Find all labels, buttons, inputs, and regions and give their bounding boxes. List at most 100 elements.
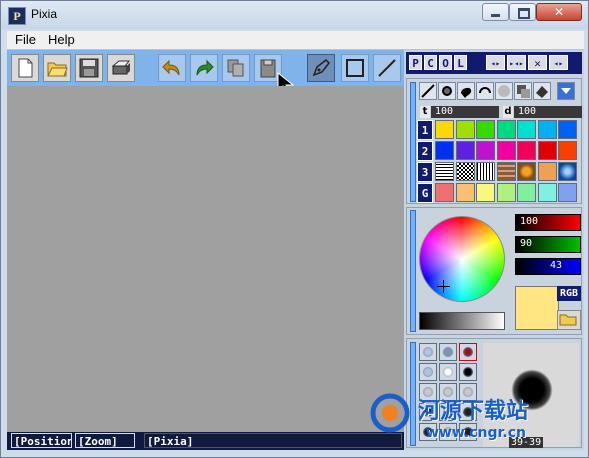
- watermark: 河源下载站 www.cngr.cn: [368, 389, 586, 445]
- pen-tool-button[interactable]: [307, 54, 335, 82]
- color-swatch[interactable]: [558, 120, 577, 139]
- opacity-right-value: 100: [518, 106, 537, 117]
- color-swatch[interactable]: [517, 162, 536, 181]
- brush-shape-button[interactable]: [439, 343, 457, 361]
- print-button[interactable]: [107, 54, 135, 82]
- color-swatch[interactable]: [455, 141, 475, 160]
- color-scroll[interactable]: [410, 210, 416, 332]
- status-app: [Pixia]: [144, 433, 402, 448]
- app-window: P Pixia ✕ File Help [Positio [Zoom] [Pix…: [0, 0, 589, 458]
- tab-p[interactable]: P: [409, 55, 422, 70]
- color-swatch[interactable]: [476, 120, 495, 139]
- palette-scroll[interactable]: [410, 82, 416, 202]
- tab-o[interactable]: O: [439, 55, 452, 70]
- color-swatch[interactable]: [537, 141, 557, 160]
- color-swatch[interactable]: [455, 162, 475, 181]
- color-swatch[interactable]: [496, 120, 516, 139]
- brush-shape-button[interactable]: [439, 363, 457, 381]
- opacity-left-label: t: [420, 106, 430, 118]
- new-button[interactable]: [11, 54, 39, 82]
- brush-shape-button[interactable]: [459, 343, 477, 361]
- panel-nav-left-button[interactable]: ◂▸: [486, 55, 505, 70]
- color-swatch[interactable]: [435, 120, 454, 139]
- undo-button[interactable]: [158, 54, 186, 82]
- app-icon[interactable]: P: [8, 7, 26, 25]
- red-value: 100: [520, 216, 539, 227]
- rotate-button[interactable]: [476, 82, 494, 100]
- copy-button[interactable]: [222, 54, 250, 82]
- color-swatch[interactable]: [537, 162, 557, 181]
- color-swatch[interactable]: [435, 162, 454, 181]
- pencil-icon: [421, 84, 435, 98]
- close-button[interactable]: ✕: [536, 3, 582, 21]
- palette-dropdown-button[interactable]: [557, 82, 575, 100]
- folder-icon: [559, 314, 577, 326]
- airbrush-button[interactable]: [438, 82, 456, 100]
- color-swatch[interactable]: [517, 183, 536, 202]
- brush-shape-button[interactable]: [419, 363, 437, 381]
- palette-row-2-button[interactable]: 2: [417, 141, 433, 161]
- rgb-mode-button[interactable]: RGB: [557, 286, 581, 301]
- color-swatch[interactable]: [496, 141, 516, 160]
- color-swatch[interactable]: [476, 183, 495, 202]
- tab-l[interactable]: L: [454, 55, 467, 70]
- color-swatch[interactable]: [558, 162, 577, 181]
- color-swatch[interactable]: [476, 162, 495, 181]
- color-swatch[interactable]: [537, 120, 557, 139]
- watermark-brand: 河源下载站: [418, 399, 529, 424]
- drawing-canvas[interactable]: [7, 86, 404, 432]
- color-swatch[interactable]: [476, 141, 495, 160]
- color-swatch[interactable]: [455, 120, 475, 139]
- redo-button[interactable]: [190, 54, 218, 82]
- opacity-right-field[interactable]: d 100: [503, 106, 582, 118]
- opacity-left-field[interactable]: t 100: [420, 106, 499, 118]
- menu-file[interactable]: File: [15, 32, 36, 47]
- green-slider[interactable]: 90: [515, 236, 581, 253]
- color-swatch[interactable]: [558, 183, 577, 202]
- smudge-button[interactable]: [457, 82, 475, 100]
- menu-help[interactable]: Help: [48, 32, 75, 47]
- watermark-logo-icon: [370, 393, 410, 433]
- color-swatch[interactable]: [435, 141, 454, 160]
- save-button[interactable]: [75, 54, 103, 82]
- panel-close-button[interactable]: ✕: [528, 55, 547, 70]
- color-swatch[interactable]: [517, 120, 536, 139]
- blue-slider[interactable]: 43: [515, 258, 581, 275]
- color-swatch[interactable]: [496, 183, 516, 202]
- minimize-button[interactable]: [482, 3, 509, 21]
- toolbar: [7, 50, 404, 96]
- palette-row-4-button[interactable]: G: [417, 183, 433, 203]
- color-swatch[interactable]: [435, 183, 454, 202]
- rectangle-tool-button[interactable]: [341, 54, 369, 82]
- pen-brush-button[interactable]: [419, 82, 437, 100]
- green-value: 90: [520, 238, 533, 249]
- eraser-button[interactable]: [533, 82, 551, 100]
- maximize-button[interactable]: [509, 3, 536, 21]
- title-bar[interactable]: P Pixia ✕: [1, 1, 588, 29]
- color-swatch[interactable]: [558, 141, 577, 160]
- palette-row-3-button[interactable]: 3: [417, 162, 433, 182]
- tab-c[interactable]: C: [424, 55, 437, 70]
- eraser-icon: [536, 86, 548, 98]
- current-color-swatch[interactable]: [515, 286, 559, 330]
- color-swatch[interactable]: [537, 183, 557, 202]
- line-tool-button[interactable]: [373, 54, 401, 82]
- circle-button[interactable]: [495, 82, 513, 100]
- color-swatch[interactable]: [517, 141, 536, 160]
- pen-tool-icon: [312, 59, 330, 77]
- color-swatch[interactable]: [496, 162, 516, 181]
- color-folder-button[interactable]: [557, 310, 581, 330]
- open-button[interactable]: [43, 54, 71, 82]
- palette-row-1-button[interactable]: 1: [417, 120, 433, 140]
- brush-shape-button[interactable]: [459, 363, 477, 381]
- layer-button[interactable]: [514, 82, 532, 100]
- circle-icon: [498, 85, 510, 97]
- copy-icon: [227, 59, 244, 77]
- panel-nav-mid-button[interactable]: ▸◂▸: [507, 55, 526, 70]
- panel-nav-right-button[interactable]: ◂▸: [549, 55, 568, 70]
- brush-shape-button[interactable]: [419, 343, 437, 361]
- color-wheel[interactable]: [419, 216, 505, 302]
- red-slider[interactable]: 100: [515, 214, 581, 231]
- color-swatch[interactable]: [455, 183, 475, 202]
- luminance-slider[interactable]: [419, 312, 505, 330]
